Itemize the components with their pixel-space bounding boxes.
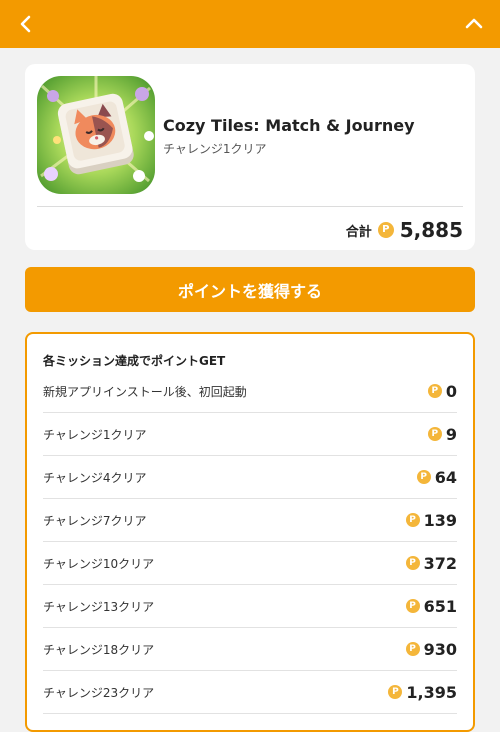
total-points: 合計 P 5,885 — [346, 216, 463, 244]
divider — [37, 206, 463, 207]
mission-list: 新規アプリインストール後、初回起動 P 0 チャレンジ1クリア P 9 チャレン… — [43, 370, 457, 714]
missions-title: 各ミッション達成でポイントGET — [43, 354, 226, 368]
mission-label: チャレンジ23クリア — [43, 685, 155, 700]
mission-points: P 139 — [405, 510, 457, 530]
cat-tile-app-icon — [37, 76, 155, 194]
mission-points: P 9 — [427, 424, 457, 444]
mission-label: チャレンジ10クリア — [43, 556, 155, 571]
point-coin-icon: P — [405, 556, 420, 570]
mission-row: チャレンジ13クリア P 651 — [43, 585, 457, 628]
mission-value: 930 — [423, 639, 457, 659]
mission-row: チャレンジ1クリア P 9 — [43, 413, 457, 456]
mission-value: 64 — [434, 467, 457, 487]
chevron-up-icon[interactable] — [462, 12, 486, 36]
point-coin-icon: P — [405, 513, 420, 527]
point-coin-icon: P — [427, 384, 442, 398]
point-coin-icon: P — [405, 642, 420, 656]
mission-points: P 0 — [427, 381, 457, 401]
point-coin-icon: P — [427, 427, 442, 441]
mission-row: チャレンジ7クリア P 139 — [43, 499, 457, 542]
mission-label: チャレンジ18クリア — [43, 642, 155, 657]
mission-row: チャレンジ18クリア P 930 — [43, 628, 457, 671]
app-subtitle: チャレンジ1クリア — [163, 142, 267, 156]
mission-row: チャレンジ4クリア P 64 — [43, 456, 457, 499]
total-value: 5,885 — [399, 218, 463, 242]
get-points-button[interactable]: ポイントを獲得する — [25, 267, 475, 312]
mission-value: 651 — [423, 596, 457, 616]
point-coin-icon: P — [388, 685, 403, 699]
point-coin-icon: P — [405, 599, 420, 613]
app-card: Cozy Tiles: Match & Journey チャレンジ1クリア 合計… — [25, 64, 475, 250]
app-name: Cozy Tiles: Match & Journey — [163, 116, 415, 135]
mission-label: チャレンジ7クリア — [43, 513, 147, 528]
mission-value: 139 — [423, 510, 457, 530]
missions-panel: 各ミッション達成でポイントGET 新規アプリインストール後、初回起動 P 0 チ… — [25, 332, 475, 732]
mission-value: 0 — [445, 381, 457, 401]
chevron-left-icon[interactable] — [14, 12, 38, 36]
mission-label: チャレンジ13クリア — [43, 599, 155, 614]
mission-points: P 930 — [405, 639, 457, 659]
top-bar — [0, 0, 500, 48]
point-coin-icon: P — [377, 222, 394, 238]
mission-label: チャレンジ4クリア — [43, 470, 147, 485]
mission-label: チャレンジ1クリア — [43, 427, 147, 442]
mission-row: 新規アプリインストール後、初回起動 P 0 — [43, 370, 457, 413]
mission-points: P 651 — [405, 596, 457, 616]
mission-points: P 1,395 — [388, 683, 457, 702]
mission-label: 新規アプリインストール後、初回起動 — [43, 384, 247, 399]
mission-points: P 372 — [405, 553, 457, 573]
mission-points: P 64 — [416, 467, 457, 487]
mission-value: 372 — [423, 553, 457, 573]
mission-row: チャレンジ23クリア P 1,395 — [43, 671, 457, 714]
point-coin-icon: P — [416, 470, 431, 484]
total-label: 合計 — [345, 224, 372, 240]
mission-value: 9 — [445, 424, 457, 444]
mission-value: 1,395 — [406, 682, 457, 702]
mission-row: チャレンジ10クリア P 372 — [43, 542, 457, 585]
